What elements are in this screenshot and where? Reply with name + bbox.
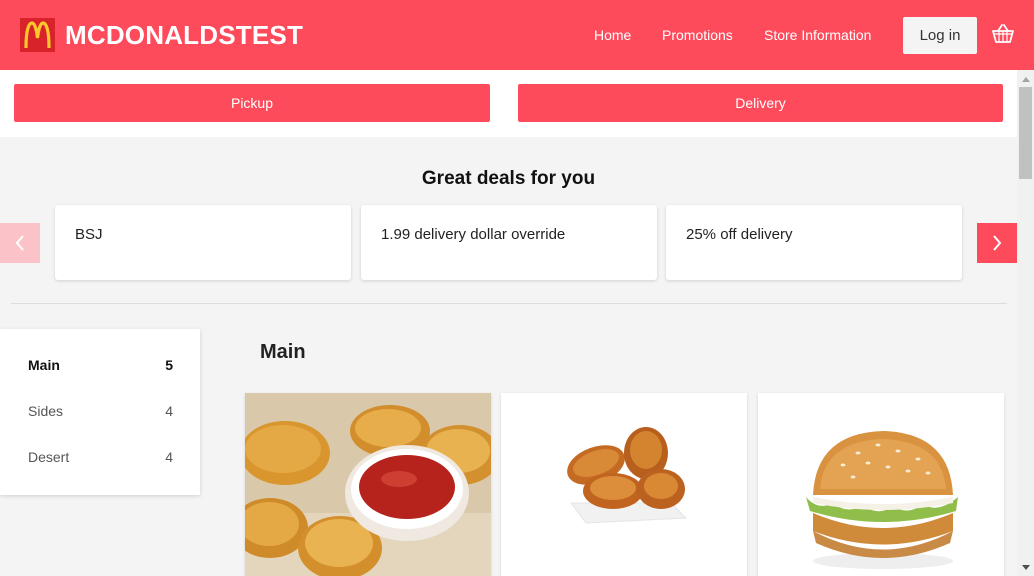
main-content: Pickup Delivery Great deals for you BSJ … bbox=[0, 70, 1017, 576]
chicken-burger-image bbox=[758, 393, 1004, 576]
deal-title: BSJ bbox=[75, 226, 103, 243]
fried-chicken-image bbox=[501, 393, 747, 576]
category-label: Sides bbox=[28, 403, 64, 419]
deal-title: 1.99 delivery dollar override bbox=[381, 226, 566, 243]
pickup-button[interactable]: Pickup bbox=[14, 84, 490, 122]
category-menu: Main 5 Sides 4 Desert 4 bbox=[0, 329, 200, 495]
basket-icon[interactable] bbox=[991, 22, 1015, 46]
category-item-sides[interactable]: Sides 4 bbox=[28, 403, 173, 423]
golden-arches-logo-icon[interactable] bbox=[20, 18, 55, 52]
page-scrollbar[interactable] bbox=[1017, 70, 1034, 576]
deals-title: Great deals for you bbox=[421, 168, 596, 189]
category-item-main[interactable]: Main 5 bbox=[28, 357, 173, 377]
chevron-right-icon bbox=[993, 235, 1002, 251]
deal-card[interactable]: 1.99 delivery dollar override bbox=[361, 205, 657, 280]
deal-title: 25% off delivery bbox=[686, 226, 793, 243]
section-title: Main bbox=[260, 341, 306, 363]
top-header: MCDONALDSTEST Home Promotions Store Info… bbox=[0, 0, 1034, 70]
product-card[interactable] bbox=[245, 393, 491, 576]
chicken-nuggets-image bbox=[245, 393, 491, 576]
category-item-desert[interactable]: Desert 4 bbox=[28, 449, 173, 469]
order-mode-bar: Pickup Delivery bbox=[0, 70, 1017, 137]
category-count: 5 bbox=[165, 357, 173, 373]
category-count: 4 bbox=[165, 403, 173, 419]
scrollbar-thumb[interactable] bbox=[1019, 87, 1032, 179]
nav-promotions-link[interactable]: Promotions bbox=[662, 27, 733, 43]
product-card[interactable] bbox=[501, 393, 747, 576]
delivery-button[interactable]: Delivery bbox=[518, 84, 1003, 122]
nav-store-information-link[interactable]: Store Information bbox=[764, 27, 871, 43]
deal-card[interactable]: BSJ bbox=[55, 205, 351, 280]
deals-next-button[interactable] bbox=[977, 223, 1017, 263]
brand-name[interactable]: MCDONALDSTEST bbox=[65, 20, 303, 51]
category-count: 4 bbox=[165, 449, 173, 465]
chevron-left-icon bbox=[15, 235, 24, 251]
product-card[interactable] bbox=[758, 393, 1004, 576]
section-divider bbox=[11, 303, 1007, 304]
deal-card[interactable]: 25% off delivery bbox=[666, 205, 962, 280]
category-label: Main bbox=[28, 357, 60, 373]
deals-prev-button[interactable] bbox=[0, 223, 40, 263]
nav-home-link[interactable]: Home bbox=[594, 27, 631, 43]
scroll-down-icon[interactable] bbox=[1017, 559, 1034, 576]
login-button[interactable]: Log in bbox=[903, 17, 977, 54]
scroll-up-icon[interactable] bbox=[1017, 70, 1034, 87]
category-label: Desert bbox=[28, 449, 70, 465]
